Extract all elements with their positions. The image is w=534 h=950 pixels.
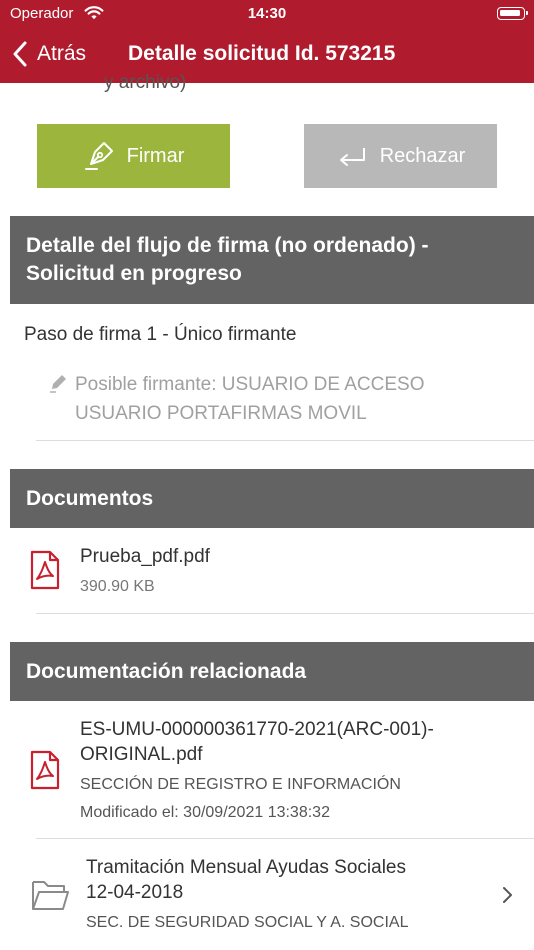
related-folder-name-line2: 12-04-2018	[86, 882, 184, 903]
related-folder-name-line1: Tramitación Mensual Ayudas Sociales	[86, 857, 406, 878]
pen-icon	[50, 375, 66, 393]
return-arrow-icon	[339, 148, 365, 166]
possible-signer-line2: USUARIO PORTAFIRMAS MOVIL	[75, 403, 367, 424]
related-documentation-header: Documentación relacionada	[10, 642, 534, 701]
signature-flow-header-line2: Solicitud en progreso	[26, 262, 242, 285]
chevron-right-icon	[503, 887, 512, 903]
chevron-left-icon	[13, 41, 27, 67]
documents-header: Documentos	[10, 469, 534, 528]
signature-step-title: Paso de firma 1 - Único firmante	[24, 324, 297, 345]
pen-nib-icon	[84, 142, 113, 170]
related-document-modified: Modificado el: 30/09/2021 13:38:32	[80, 804, 330, 821]
document-name: Prueba_pdf.pdf	[80, 546, 210, 567]
related-folder-unit: SEC. DE SEGURIDAD SOCIAL Y A. SOCIAL	[86, 914, 409, 931]
back-button[interactable]: Atrás	[12, 38, 86, 70]
battery-icon	[497, 7, 528, 20]
document-size: 390.90 KB	[80, 578, 155, 595]
related-documentation-header-label: Documentación relacionada	[26, 659, 307, 683]
signature-flow-header-line1: Detalle del flujo de firma (no ordenado)…	[26, 234, 429, 257]
related-document-name-line2: ORIGINAL.pdf	[80, 744, 203, 765]
status-bar: Operador 14:30	[0, 0, 534, 28]
related-document-name-line1: ES-UMU-000000361770-2021(ARC-001)-	[80, 719, 434, 740]
divider	[36, 440, 534, 441]
reject-button-label: Rechazar	[379, 144, 466, 167]
possible-signer: Posible firmante: USUARIO DE ACCESO USUA…	[75, 370, 495, 428]
pdf-file-icon	[30, 550, 60, 590]
related-document-unit: SECCIÓN DE REGISTRO E INFORMACIÓN	[80, 776, 401, 793]
sign-button-label: Firmar	[126, 144, 185, 167]
sign-button[interactable]: Firmar	[37, 124, 230, 188]
divider	[36, 613, 534, 614]
signature-flow-header: Detalle del flujo de firma (no ordenado)…	[10, 216, 534, 304]
clipped-description-text: y archivo)	[104, 72, 187, 93]
navigation-bar: Operador 14:30 Atrás Detalle solicitud I…	[0, 0, 534, 83]
page-title: Detalle solicitud Id. 573215	[128, 42, 396, 65]
divider	[36, 838, 534, 839]
folder-icon	[32, 881, 69, 910]
documents-header-label: Documentos	[26, 486, 154, 510]
status-time: 14:30	[247, 5, 287, 22]
possible-signer-line1: Posible firmante: USUARIO DE ACCESO	[75, 374, 425, 395]
reject-button[interactable]: Rechazar	[304, 124, 497, 188]
back-label: Atrás	[37, 42, 87, 65]
pdf-file-icon	[30, 750, 60, 790]
